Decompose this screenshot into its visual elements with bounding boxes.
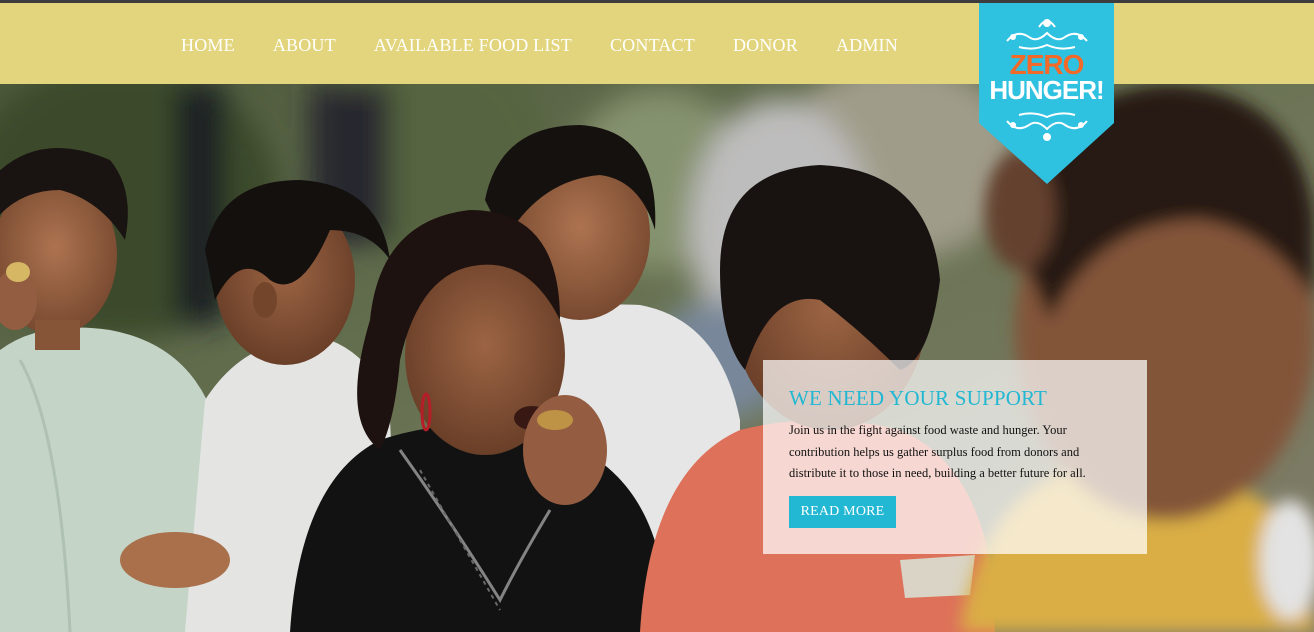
nav-item-home[interactable]: HOME [181, 35, 235, 56]
support-card-title: WE NEED YOUR SUPPORT [789, 386, 1048, 410]
logo-text: ZERO HUNGER! [979, 51, 1114, 105]
zero-hunger-logo[interactable]: ZERO HUNGER! [979, 3, 1114, 185]
read-more-button[interactable]: READ MORE [789, 496, 896, 528]
logo-line-hunger: HUNGER! [989, 75, 1104, 105]
support-card: WE NEED YOUR SUPPORT Join us in the figh… [763, 360, 1147, 554]
nav-item-about[interactable]: ABOUT [273, 35, 336, 56]
site-header: HOME ABOUT AVAILABLE FOOD LIST CONTACT D… [0, 3, 1314, 84]
main-nav: HOME ABOUT AVAILABLE FOOD LIST CONTACT D… [181, 33, 936, 57]
page: HOME ABOUT AVAILABLE FOOD LIST CONTACT D… [0, 0, 1314, 632]
nav-item-donor[interactable]: DONOR [733, 35, 798, 56]
support-card-text: Join us in the fight against food waste … [789, 423, 1086, 480]
nav-item-admin[interactable]: ADMIN [836, 35, 898, 56]
top-border [0, 0, 1314, 3]
nav-item-contact[interactable]: CONTACT [610, 35, 695, 56]
nav-item-available-food-list[interactable]: AVAILABLE FOOD LIST [374, 35, 572, 56]
